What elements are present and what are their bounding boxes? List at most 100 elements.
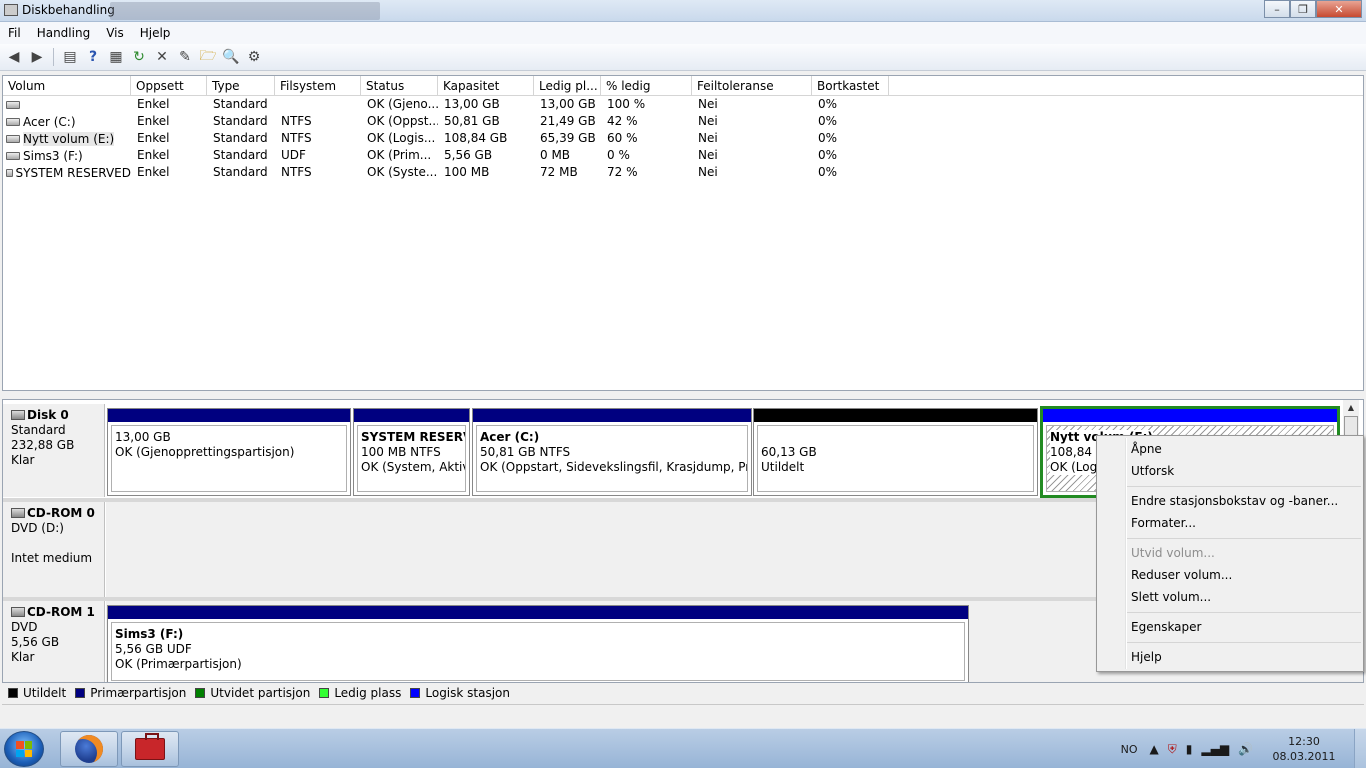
- table-cell: 21,49 GB: [540, 114, 596, 128]
- table-row[interactable]: Acer (C:) Enkel Standard NTFS OK (Oppst... 50…: [3, 113, 1363, 130]
- cdrom0-name: CD-ROM 0: [27, 506, 95, 520]
- properties-icon[interactable]: ✎: [175, 47, 195, 67]
- table-row[interactable]: Enkel Standard OK (Gjeno... 13,00 GB 13,00 G…: [3, 96, 1363, 113]
- col-header-layout[interactable]: Oppsett: [131, 76, 207, 95]
- col-header-percent-free[interactable]: % ledig: [601, 76, 692, 95]
- table-cell: 72 %: [607, 165, 638, 179]
- table-cell: 5,56 GB: [444, 148, 493, 162]
- delete-icon[interactable]: ✕: [152, 47, 172, 67]
- disk0-size: 232,88 GB: [11, 438, 75, 452]
- refresh-icon[interactable]: ↻: [129, 47, 149, 67]
- legend-label: Utildelt: [23, 686, 67, 700]
- security-shield-icon[interactable]: ⛨: [1168, 742, 1177, 757]
- network-signal-icon[interactable]: ▂▄▆: [1201, 742, 1229, 756]
- power-icon[interactable]: ▮: [1186, 742, 1193, 756]
- col-header-fault-tolerance[interactable]: Feiltoleranse: [692, 76, 812, 95]
- volume-name: Sims3 (F:): [23, 149, 83, 163]
- ctx-format[interactable]: Formater...: [1131, 516, 1196, 530]
- cd-drive-icon: [11, 607, 25, 617]
- taskbar-firefox[interactable]: [60, 731, 118, 767]
- ctx-properties[interactable]: Egenskaper: [1131, 620, 1201, 634]
- volume-name: Acer (C:): [23, 115, 76, 129]
- cdrom0-type: DVD (D:): [11, 521, 64, 535]
- partition-status: Utildelt: [761, 460, 805, 474]
- ctx-help[interactable]: Hjelp: [1131, 650, 1162, 664]
- ctx-change-drive-letter[interactable]: Endre stasjonsbokstav og -baner...: [1131, 494, 1338, 508]
- ctx-delete-volume[interactable]: Slett volum...: [1131, 590, 1211, 604]
- maximize-button[interactable]: ❐: [1290, 0, 1316, 18]
- col-header-type[interactable]: Type: [207, 76, 275, 95]
- menu-action[interactable]: Handling: [29, 26, 99, 40]
- partition-size: 50,81 GB NTFS: [480, 445, 571, 459]
- cdrom0-label[interactable]: CD-ROM 0 DVD (D:) Intet medium: [3, 502, 105, 597]
- partition-status: OK (Oppstart, Sidevekslingsfil, Krasjdum…: [480, 460, 747, 474]
- partition-recovery[interactable]: 13,00 GB OK (Gjenopprettingspartisjon): [107, 408, 351, 496]
- table-cell: 0 %: [607, 148, 630, 162]
- search-icon[interactable]: 🔍: [221, 47, 241, 67]
- col-header-overhead[interactable]: Bortkastet: [812, 76, 889, 95]
- legend-swatch-primary: [75, 688, 86, 698]
- start-button[interactable]: [4, 731, 44, 767]
- partition-status: OK (Primærpartisjon): [115, 657, 242, 671]
- col-header-volume[interactable]: Volum: [3, 76, 131, 95]
- disk0-state: Klar: [11, 453, 35, 467]
- partition-sims3-f[interactable]: Sims3 (F:) 5,56 GB UDF OK (Primærpartisj…: [107, 605, 969, 682]
- menu-file[interactable]: Fil: [0, 26, 29, 40]
- console-tree-icon[interactable]: ▤: [60, 47, 80, 67]
- clock[interactable]: 12:30 08.03.2011: [1262, 734, 1346, 764]
- help-icon[interactable]: ?: [83, 47, 103, 67]
- ctx-open[interactable]: Åpne: [1131, 442, 1162, 456]
- partition-title: Sims3 (F:): [115, 627, 184, 641]
- language-indicator[interactable]: NO: [1121, 743, 1138, 756]
- taskbar-computer-management[interactable]: [121, 731, 179, 767]
- context-menu: Åpne Utforsk Endre stasjonsbokstav og -b…: [1096, 435, 1364, 672]
- partition-acer-c[interactable]: Acer (C:) 50,81 GB NTFS OK (Oppstart, Si…: [472, 408, 752, 496]
- action-pane-icon[interactable]: ▦: [106, 47, 126, 67]
- toolbar: ◀ ▶ ▤ ? ▦ ↻ ✕ ✎ 🗁 🔍 ⚙: [0, 44, 1366, 71]
- table-row[interactable]: Sims3 (F:) Enkel Standard UDF OK (Prim... 5,5…: [3, 147, 1363, 164]
- forward-arrow-icon[interactable]: ▶: [27, 47, 47, 67]
- col-header-capacity[interactable]: Kapasitet: [438, 76, 534, 95]
- table-cell: Enkel: [137, 97, 170, 111]
- legend-label: Ledig plass: [334, 686, 402, 700]
- settings-icon[interactable]: ⚙: [244, 47, 264, 67]
- legend-label: Logisk stasjon: [425, 686, 511, 700]
- table-row[interactable]: SYSTEM RESERVED Enkel Standard NTFS OK (Syst…: [3, 164, 1363, 181]
- drive-icon: [6, 118, 20, 126]
- col-header-status[interactable]: Status: [361, 76, 438, 95]
- open-folder-icon[interactable]: 🗁: [198, 47, 218, 67]
- drive-icon: [6, 135, 20, 143]
- ctx-shrink-volume[interactable]: Reduser volum...: [1131, 568, 1232, 582]
- table-cell: UDF: [281, 148, 306, 162]
- scroll-up-icon[interactable]: ▲: [1343, 400, 1359, 414]
- table-cell: 42 %: [607, 114, 638, 128]
- table-cell: 13,00 GB: [444, 97, 500, 111]
- col-header-free-space[interactable]: Ledig pl...: [534, 76, 601, 95]
- ctx-separator: [1127, 486, 1361, 487]
- ctx-explore[interactable]: Utforsk: [1131, 464, 1174, 478]
- menu-view[interactable]: Vis: [98, 26, 132, 40]
- table-row[interactable]: Nytt volum (E:) Enkel Standard NTFS OK (Logi…: [3, 130, 1363, 147]
- cdrom1-label[interactable]: CD-ROM 1 DVD 5,56 GB Klar: [3, 601, 105, 682]
- partition-system-reserved[interactable]: SYSTEM RESERVED 100 MB NTFS OK (System, …: [353, 408, 470, 496]
- volume-name: Nytt volum (E:): [23, 132, 115, 146]
- table-cell: 100 %: [607, 97, 646, 111]
- disk0-label[interactable]: Disk 0 Standard 232,88 GB Klar: [3, 404, 105, 497]
- menu-help[interactable]: Hjelp: [132, 26, 179, 40]
- table-cell: Nei: [698, 165, 718, 179]
- close-button[interactable]: ✕: [1316, 0, 1362, 18]
- legend-label: Utvidet partisjon: [210, 686, 311, 700]
- partition-size: 60,13 GB: [761, 445, 817, 459]
- back-arrow-icon[interactable]: ◀: [4, 47, 24, 67]
- table-cell: NTFS: [281, 165, 312, 179]
- table-cell: Standard: [213, 131, 268, 145]
- ctx-separator: [1127, 538, 1361, 539]
- col-header-filesystem[interactable]: Filsystem: [275, 76, 361, 95]
- minimize-button[interactable]: –: [1264, 0, 1290, 18]
- show-desktop-button[interactable]: [1354, 729, 1366, 768]
- ctx-extend-volume: Utvid volum...: [1131, 546, 1215, 560]
- table-cell: OK (Gjeno...: [367, 97, 438, 111]
- volume-icon[interactable]: 🔊: [1238, 742, 1253, 756]
- partition-unallocated[interactable]: 60,13 GB Utildelt: [753, 408, 1038, 496]
- show-hidden-icons-icon[interactable]: ▲: [1150, 742, 1159, 756]
